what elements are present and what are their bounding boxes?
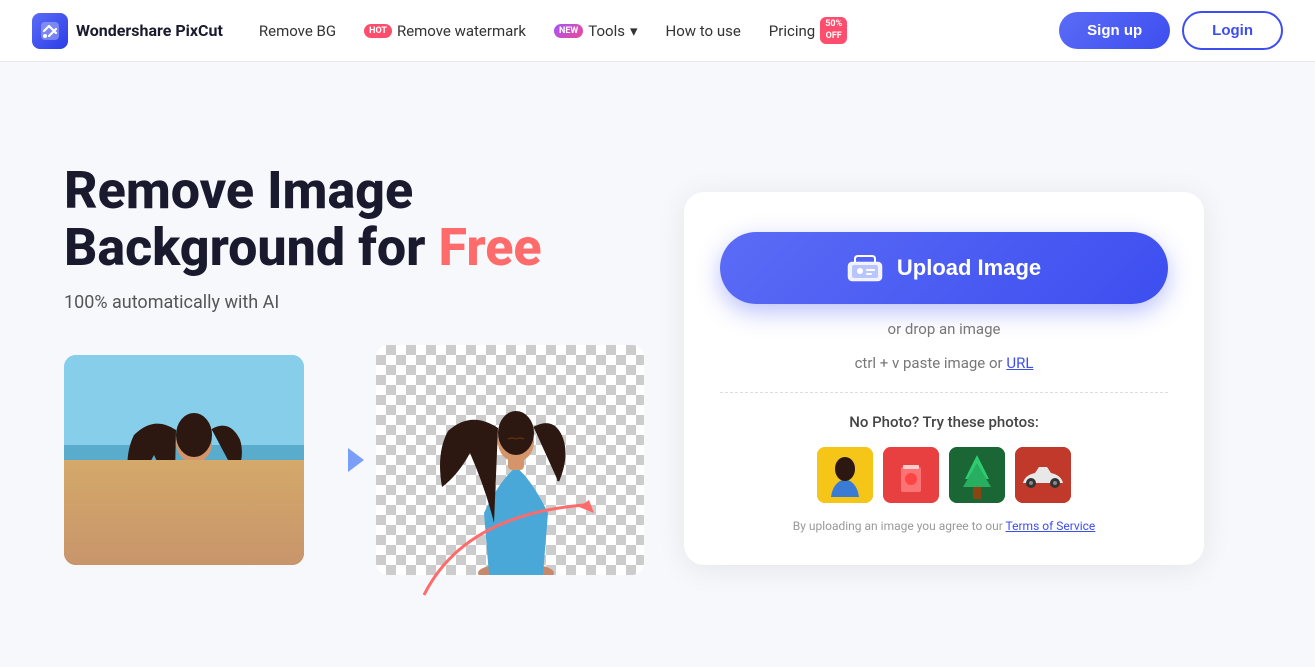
terms-text: By uploading an image you agree to our T… (793, 519, 1096, 533)
upload-button-label: Upload Image (897, 255, 1041, 281)
nav-remove-bg[interactable]: Remove BG (259, 22, 336, 40)
hot-badge: HOT (364, 24, 392, 38)
hero-section: Remove Image Background for Free 100% au… (64, 162, 644, 595)
login-button[interactable]: Login (1182, 11, 1283, 50)
demo-original-image (64, 355, 304, 565)
nav-how-to-use[interactable]: How to use (666, 22, 741, 40)
url-link[interactable]: URL (1006, 354, 1033, 372)
hero-title: Remove Image Background for Free (64, 162, 644, 276)
paste-text: ctrl + v paste image or URL (855, 354, 1034, 372)
navbar: Wondershare PixCut Remove BG HOT Remove … (0, 0, 1315, 62)
original-photo (64, 355, 304, 565)
hero-subtitle: 100% automatically with AI (64, 292, 644, 313)
chevron-down-icon: ▾ (630, 22, 638, 40)
upload-icon (847, 254, 883, 282)
brand-logo-icon (32, 13, 68, 49)
brand-name: Wondershare PixCut (76, 21, 223, 40)
divider (720, 392, 1168, 393)
sample-photo-1[interactable] (817, 447, 873, 503)
nav-links: Remove BG HOT Remove watermark NEW Tools… (259, 17, 1059, 44)
nav-actions: Sign up Login (1059, 11, 1283, 50)
curved-arrow-decoration (404, 495, 604, 595)
nav-remove-watermark[interactable]: HOT Remove watermark (364, 22, 526, 40)
drop-text: or drop an image (888, 320, 1001, 338)
new-badge: NEW (554, 24, 583, 38)
pricing-badge: 50%OFF (820, 17, 847, 44)
signup-button[interactable]: Sign up (1059, 12, 1170, 49)
nav-tools[interactable]: NEW Tools ▾ (554, 22, 638, 40)
arrow-connector (304, 436, 376, 484)
terms-link[interactable]: Terms of Service (1006, 519, 1096, 533)
try-photos-label: No Photo? Try these photos: (849, 413, 1039, 431)
sample-photo-2[interactable] (883, 447, 939, 503)
brand-logo[interactable]: Wondershare PixCut (32, 13, 223, 49)
upload-image-button[interactable]: Upload Image (720, 232, 1168, 304)
main-content: Remove Image Background for Free 100% au… (0, 62, 1315, 667)
sample-photo-3[interactable] (949, 447, 1005, 503)
sample-photo-4[interactable] (1015, 447, 1071, 503)
nav-pricing[interactable]: Pricing 50%OFF (769, 17, 847, 44)
free-text: Free (438, 217, 541, 278)
upload-panel: Upload Image or drop an image ctrl + v p… (684, 192, 1204, 565)
sample-photos-row (817, 447, 1071, 503)
